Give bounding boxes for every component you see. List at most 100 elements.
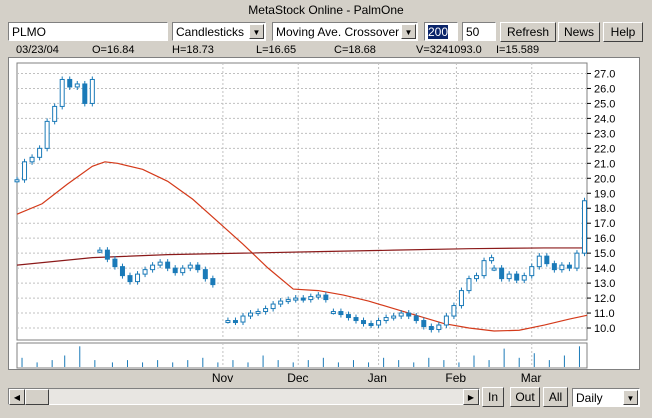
y-tick-label: 15.0	[594, 248, 615, 260]
price-candle	[248, 312, 254, 317]
price-candle	[458, 290, 464, 307]
horizontal-scrollbar[interactable]: ◀ ▶	[8, 388, 480, 405]
period2-input[interactable]: 50	[462, 22, 496, 41]
quote-open: O=16.84	[92, 44, 135, 56]
price-candle	[536, 255, 542, 268]
price-candle	[135, 273, 141, 283]
price-candle	[202, 269, 208, 280]
price-candle	[466, 278, 472, 292]
price-candle	[521, 275, 527, 281]
period1-value: 200	[428, 25, 449, 39]
y-tick-label: 18.0	[594, 203, 615, 215]
price-candle	[22, 161, 28, 181]
y-tick-label: 24.0	[594, 113, 615, 125]
price-candle	[89, 78, 95, 104]
y-tick-label: 13.0	[594, 278, 615, 290]
price-candle	[142, 269, 148, 275]
price-candle	[428, 326, 434, 331]
scroll-left-icon[interactable]: ◀	[9, 389, 25, 405]
quote-low: L=16.65	[256, 44, 297, 56]
price-candle	[29, 156, 35, 163]
price-candle	[398, 312, 404, 317]
price-candle	[112, 258, 118, 268]
price-candle	[285, 299, 291, 303]
moving-average-line	[16, 161, 588, 332]
chart-canvas: 27.0 26.0 25.0 24.0 23.0 22.0 21.0 20.0 19.0 18.0…	[14, 62, 615, 369]
price-candle	[165, 261, 171, 269]
price-candle	[187, 264, 193, 269]
interval-select[interactable]: Daily ▼	[572, 388, 640, 407]
y-tick-label: 21.0	[594, 158, 615, 170]
price-candle	[421, 320, 427, 328]
indicator-select[interactable]: Moving Ave. Crossover ▼	[272, 22, 418, 41]
price-candle	[278, 300, 284, 305]
scroll-right-icon[interactable]: ▶	[463, 389, 479, 405]
x-tick-label: Feb	[445, 371, 467, 385]
x-tick-label: Nov	[211, 371, 234, 385]
price-chart[interactable]: 27.0 26.0 25.0 24.0 23.0 22.0 21.0 20.0 19.0 18.0…	[8, 57, 640, 370]
quote-header: 03/23/04 O=16.84 H=18.73 L=16.65 C=18.68…	[8, 43, 604, 57]
price-candle	[195, 264, 201, 271]
price-candle	[361, 320, 367, 325]
quote-date: 03/23/04	[16, 44, 59, 56]
chevron-down-icon[interactable]: ▼	[401, 24, 416, 39]
zoom-in-button[interactable]: In	[482, 387, 504, 407]
y-tick-label: 10.0	[594, 323, 615, 335]
scroll-thumb[interactable]	[25, 389, 49, 405]
price-candle	[59, 78, 65, 107]
chevron-down-icon[interactable]: ▼	[623, 390, 638, 405]
price-candle	[383, 317, 389, 322]
price-candle	[67, 78, 73, 88]
period1-input[interactable]: 200	[424, 22, 458, 41]
price-candle	[157, 261, 163, 266]
chevron-down-icon[interactable]: ▼	[249, 24, 264, 39]
price-candle	[74, 83, 80, 88]
refresh-button[interactable]: Refresh	[500, 22, 556, 42]
price-candle	[566, 264, 572, 269]
y-tick-label: 12.0	[594, 293, 615, 305]
price-candle	[376, 320, 382, 326]
zoom-all-button[interactable]: All	[543, 387, 568, 407]
price-candle	[574, 252, 580, 269]
y-tick-label: 22.0	[594, 143, 615, 155]
price-candle	[489, 257, 495, 262]
y-tick-label: 19.0	[594, 188, 615, 200]
help-button[interactable]: Help	[603, 22, 643, 42]
price-candle	[263, 308, 269, 313]
y-tick-label: 27.0	[594, 68, 615, 80]
price-candle	[436, 324, 442, 331]
price-candle	[172, 267, 178, 274]
x-tick-label: Dec	[287, 371, 309, 385]
quote-high: H=18.73	[172, 44, 214, 56]
price-candle	[544, 255, 550, 265]
x-tick-label: Mar	[520, 371, 542, 385]
price-candle	[581, 200, 587, 254]
price-candle	[368, 323, 374, 327]
price-candle	[315, 294, 321, 298]
price-candle	[474, 275, 480, 280]
news-button[interactable]: News	[558, 22, 600, 42]
symbol-input[interactable]: PLMO	[8, 22, 168, 41]
price-candle	[150, 264, 156, 271]
price-candle	[240, 315, 246, 323]
price-candle	[338, 311, 344, 316]
y-tick-label: 14.0	[594, 263, 615, 275]
y-tick-label: 25.0	[594, 98, 615, 110]
interval-value: Daily	[576, 391, 603, 405]
zoom-out-button[interactable]: Out	[510, 387, 540, 407]
price-candle	[270, 303, 276, 310]
price-candle	[97, 249, 103, 253]
window-title: MetaStock Online - PalmOne	[248, 3, 404, 17]
x-tick-label: Jan	[367, 371, 387, 385]
price-candle	[443, 315, 449, 326]
price-candle	[225, 320, 231, 324]
price-candle	[391, 315, 397, 319]
y-tick-label: 23.0	[594, 128, 615, 140]
price-candle	[491, 267, 497, 271]
price-candle	[232, 320, 238, 324]
quote-close: C=18.68	[334, 44, 376, 56]
chart-style-select[interactable]: Candlesticks ▼	[172, 22, 266, 41]
y-tick-label: 17.0	[594, 218, 615, 230]
price-candle	[551, 263, 557, 271]
indicator-value: Moving Ave. Crossover	[276, 25, 400, 39]
